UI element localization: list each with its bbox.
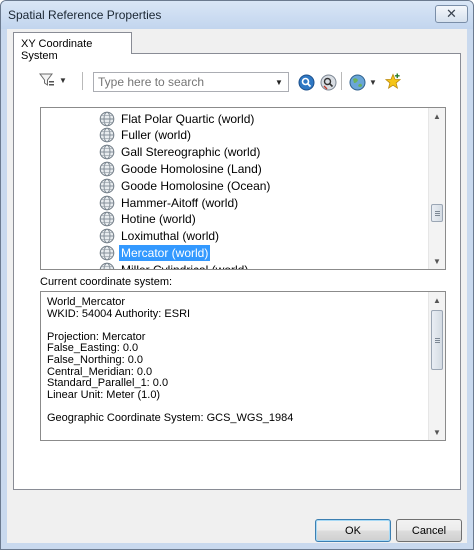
detail-line: Linear Unit: Meter (1.0) bbox=[47, 388, 161, 401]
coordinate-system-label: Flat Polar Quartic (world) bbox=[121, 111, 255, 126]
dialog-body: XY Coordinate System ▼ ▼ bbox=[7, 29, 467, 543]
coordinate-system-item[interactable]: Mercator (world) bbox=[99, 244, 211, 261]
coordinate-system-label: Goode Homolosine (Land) bbox=[121, 161, 262, 176]
coordinate-system-item[interactable]: Goode Homolosine (Ocean) bbox=[99, 177, 272, 194]
current-coordinate-system-label: Current coordinate system: bbox=[40, 276, 173, 288]
dialog-window: Spatial Reference Properties ✕ XY Coordi… bbox=[0, 0, 474, 550]
search-button[interactable] bbox=[297, 73, 315, 91]
window-title: Spatial Reference Properties bbox=[8, 8, 162, 22]
filter-button[interactable]: ▼ bbox=[38, 69, 70, 91]
tab-xy-coordinate-system[interactable]: XY Coordinate System bbox=[13, 32, 132, 62]
scroll-up-arrow-icon[interactable]: ▲ bbox=[429, 292, 445, 308]
globe-icon bbox=[99, 144, 115, 160]
search-input[interactable] bbox=[94, 73, 270, 91]
globe-icon bbox=[99, 195, 115, 210]
coordinate-system-item[interactable]: Gall Stereographic (world) bbox=[99, 144, 262, 161]
coordinate-system-item[interactable]: Hotine (world) bbox=[99, 211, 198, 228]
globe-dropdown-arrow-icon: ▼ bbox=[369, 77, 377, 87]
tree-scroll-thumb[interactable] bbox=[431, 203, 443, 222]
current-coordinate-system-details[interactable]: World_Mercator WKID: 54004 Authority: ESR… bbox=[40, 291, 446, 441]
clear-search-icon bbox=[320, 74, 336, 90]
globe-icon bbox=[99, 127, 115, 143]
ok-button[interactable]: OK bbox=[315, 519, 391, 542]
filter-dropdown-arrow-icon: ▼ bbox=[59, 75, 67, 85]
globe-icon bbox=[99, 161, 115, 177]
cancel-button[interactable]: Cancel bbox=[396, 519, 462, 542]
coordinate-system-item[interactable]: Fuller (world) bbox=[99, 127, 193, 144]
globe-icon bbox=[99, 245, 115, 261]
globe-icon bbox=[99, 211, 115, 227]
globe-icon bbox=[349, 74, 366, 90]
globe-menu-button[interactable]: ▼ bbox=[349, 73, 379, 91]
coordinate-system-item[interactable]: Hammer-Aitoff (world) bbox=[99, 194, 240, 211]
clear-search-button[interactable] bbox=[319, 73, 337, 91]
add-to-favorites-button[interactable] bbox=[384, 72, 402, 90]
coordinate-system-item[interactable]: Miller Cylindrical (world) bbox=[99, 261, 250, 270]
coordinate-system-label: Fuller (world) bbox=[121, 128, 192, 143]
coordinate-system-tree[interactable]: Flat Polar Quartic (world) Fuller (world)… bbox=[40, 107, 446, 270]
coordinate-system-item[interactable]: Goode Homolosine (Land) bbox=[99, 160, 264, 177]
coordinate-system-label: Goode Homolosine (Ocean) bbox=[121, 178, 271, 193]
coordinate-system-label: Hotine (world) bbox=[121, 212, 196, 227]
toolbar-separator bbox=[82, 72, 83, 90]
close-icon: ✕ bbox=[446, 6, 457, 21]
coordinate-system-label: Loximuthal (world) bbox=[121, 229, 220, 244]
tree-vertical-scrollbar[interactable]: ▲ ▼ bbox=[428, 108, 445, 269]
scroll-up-arrow-icon[interactable]: ▲ bbox=[429, 108, 445, 124]
coordinate-system-label: Miller Cylindrical (world) bbox=[121, 262, 249, 270]
coordinate-system-item[interactable]: Loximuthal (world) bbox=[99, 228, 221, 245]
coordinate-system-label: Gall Stereographic (world) bbox=[121, 145, 261, 160]
details-scroll-thumb[interactable] bbox=[431, 310, 443, 370]
star-add-icon bbox=[384, 72, 402, 89]
globe-icon bbox=[99, 178, 115, 193]
search-combobox[interactable]: ▼ bbox=[93, 72, 289, 92]
search-dropdown-arrow-icon[interactable]: ▼ bbox=[270, 73, 288, 91]
globe-icon bbox=[99, 228, 115, 244]
globe-icon bbox=[99, 111, 115, 126]
scroll-down-arrow-icon[interactable]: ▼ bbox=[429, 424, 445, 440]
detail-line: Geographic Coordinate System: GCS_WGS_19… bbox=[47, 412, 294, 424]
filter-icon bbox=[39, 73, 54, 86]
coordinate-system-label: Mercator (world) bbox=[119, 244, 211, 261]
toolbar-separator bbox=[341, 72, 342, 90]
details-vertical-scrollbar[interactable]: ▲ ▼ bbox=[428, 292, 445, 440]
globe-icon bbox=[99, 262, 115, 269]
close-button[interactable]: ✕ bbox=[435, 5, 468, 23]
coordinate-system-item[interactable]: Flat Polar Quartic (world) bbox=[99, 110, 256, 127]
scroll-down-arrow-icon[interactable]: ▼ bbox=[429, 253, 445, 269]
magnifier-icon bbox=[298, 74, 314, 90]
tab-panel: ▼ ▼ bbox=[13, 53, 461, 490]
detail-line: WKID: 54004 Authority: ESRI bbox=[47, 307, 191, 320]
title-bar[interactable]: Spatial Reference Properties ✕ bbox=[1, 1, 473, 29]
coordinate-system-label: Hammer-Aitoff (world) bbox=[121, 195, 239, 210]
